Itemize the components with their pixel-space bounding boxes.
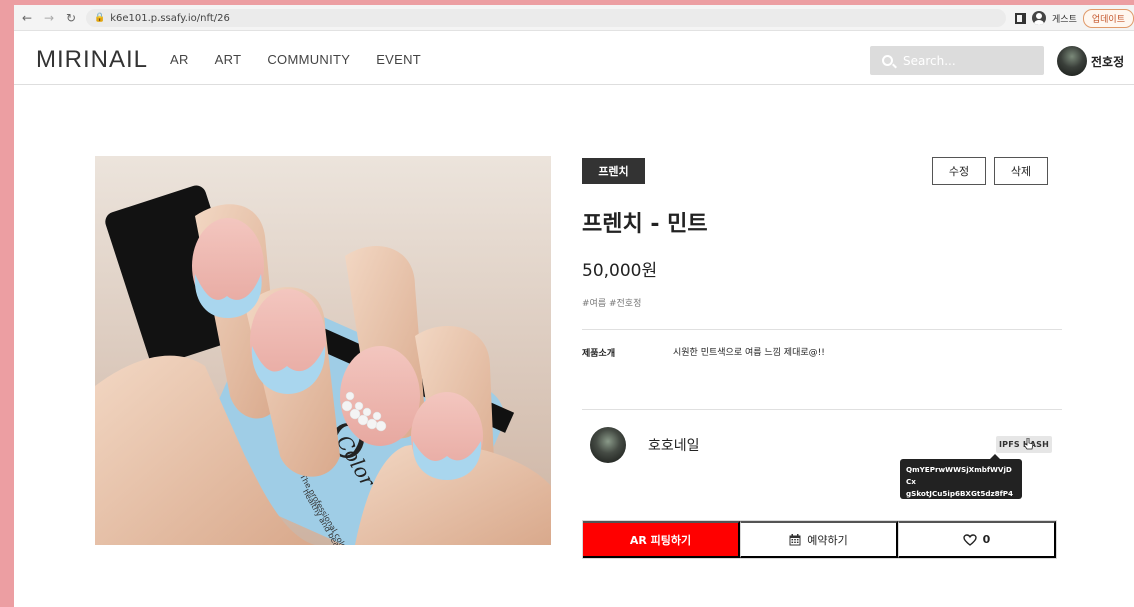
search-box[interactable] (870, 46, 1044, 75)
product-image: MO Color Gel The professional color heal… (95, 156, 551, 545)
category-chip[interactable]: 프렌치 (582, 158, 645, 184)
reserve-label: 예약하기 (807, 533, 848, 547)
search-input[interactable] (903, 53, 1033, 68)
search-icon (882, 55, 893, 66)
nav-art[interactable]: ART (215, 52, 242, 67)
reading-list-icon[interactable] (1015, 12, 1027, 24)
browser-window: ← → ↻ 🔒 k6e101.p.ssafy.io/nft/26 게스트 업데이… (14, 5, 1134, 607)
user-menu[interactable]: 전호정 (1057, 46, 1124, 76)
ar-fitting-button[interactable]: AR 피팅하기 (583, 521, 740, 558)
owner-name[interactable]: 호호네일 (648, 435, 700, 455)
product-hashtags[interactable]: #여름 #전호정 (582, 296, 641, 309)
update-button[interactable]: 업데이트 (1082, 8, 1134, 28)
lock-icon: 🔒 (94, 13, 106, 23)
user-avatar[interactable] (1057, 46, 1087, 76)
profile-label[interactable]: 게스트 (1052, 12, 1077, 25)
action-bar: AR 피팅하기 예약하기 0 (582, 520, 1057, 559)
ipfs-hash-line-2: gSkotJCu5ip6BXGt5dz8fP4BH (906, 489, 1014, 510)
owner-avatar[interactable] (590, 427, 626, 463)
main-nav: AR ART COMMUNITY EVENT (170, 52, 421, 67)
divider-bottom (582, 409, 1062, 410)
address-bar[interactable]: 🔒 k6e101.p.ssafy.io/nft/26 (86, 9, 1006, 27)
user-name[interactable]: 전호정 (1091, 53, 1124, 70)
description-text: 시원한 민트색으로 여름 느낌 제대로@!! (673, 348, 825, 358)
url-text: k6e101.p.ssafy.io/nft/26 (110, 12, 230, 24)
nail-art-photo: MO Color Gel The professional color heal… (95, 156, 551, 545)
nav-community[interactable]: COMMUNITY (267, 52, 350, 67)
mouse-cursor-icon (1024, 438, 1033, 450)
ipfs-hash-line-1: QmYEPrwWWSjXmbfWVjDCx (906, 465, 1012, 486)
divider-top (582, 329, 1062, 330)
ipfs-hash-tooltip: QmYEPrwWWSjXmbfWVjDCx gSkotJCu5ip6BXGt5d… (900, 454, 1022, 510)
site-header: MIRINAIL AR ART COMMUNITY EVENT 전호정 (14, 33, 1134, 85)
reserve-button[interactable]: 예약하기 (740, 521, 898, 558)
product-title: 프렌치 - 민트 (582, 212, 708, 237)
heart-icon (962, 533, 977, 546)
edit-button[interactable]: 수정 (932, 157, 986, 185)
delete-button[interactable]: 삭제 (994, 157, 1048, 185)
calendar-icon (789, 533, 801, 545)
nav-ar[interactable]: AR (170, 52, 189, 67)
like-button[interactable]: 0 (898, 521, 1056, 558)
back-icon[interactable]: ← (18, 9, 36, 27)
browser-toolbar: ← → ↻ 🔒 k6e101.p.ssafy.io/nft/26 게스트 업데이… (14, 5, 1134, 31)
site-logo[interactable]: MIRINAIL (36, 46, 148, 74)
ar-fitting-label: AR 피팅하기 (629, 533, 692, 547)
profile-icon[interactable] (1032, 11, 1047, 25)
owner-row[interactable]: 호호네일 (590, 427, 700, 463)
product-price: 50,000원 (582, 261, 658, 281)
reload-icon[interactable]: ↻ (62, 9, 80, 27)
like-count: 0 (982, 533, 991, 546)
nav-event[interactable]: EVENT (376, 52, 421, 67)
description-label: 제품소개 (582, 349, 616, 359)
forward-icon[interactable]: → (40, 9, 58, 27)
